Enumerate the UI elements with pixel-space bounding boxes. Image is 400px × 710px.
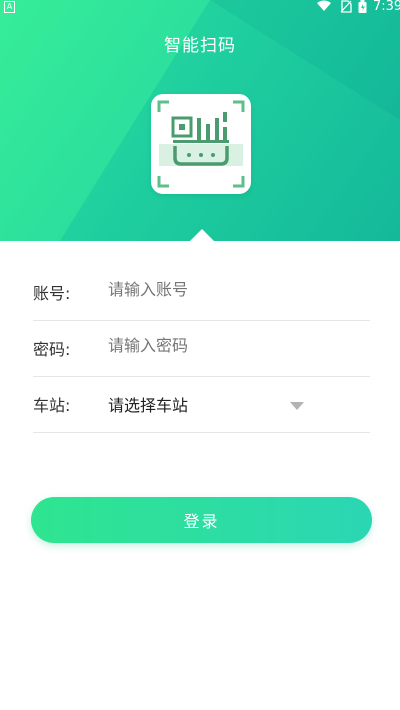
station-label: 车站: xyxy=(33,396,71,415)
account-label: 账号: xyxy=(33,284,71,303)
banner-notch xyxy=(190,229,214,241)
qr-scan-icon xyxy=(157,100,245,188)
app-logo xyxy=(151,94,251,194)
battery-icon xyxy=(358,0,367,13)
app-indicator-icon: A xyxy=(4,1,15,13)
account-row: 账号: xyxy=(33,265,370,321)
account-input[interactable] xyxy=(108,280,348,299)
station-row[interactable]: 车站: 请选择车站 xyxy=(33,377,370,433)
login-button[interactable]: 登录 xyxy=(31,497,372,543)
page-title: 智能扫码 xyxy=(164,36,236,56)
login-form: 账号: 密码: 车站: 请选择车站 xyxy=(33,265,370,433)
station-select[interactable]: 请选择车站 xyxy=(108,392,348,416)
wifi-icon xyxy=(317,0,331,11)
password-label: 密码: xyxy=(33,340,71,359)
triangle-down-icon[interactable] xyxy=(290,402,304,410)
password-row: 密码: xyxy=(33,321,370,377)
no-sim-icon xyxy=(340,0,352,13)
password-input[interactable] xyxy=(108,336,348,355)
status-bar: A 7:39 xyxy=(0,0,400,14)
status-time: 7:39 xyxy=(373,0,400,14)
